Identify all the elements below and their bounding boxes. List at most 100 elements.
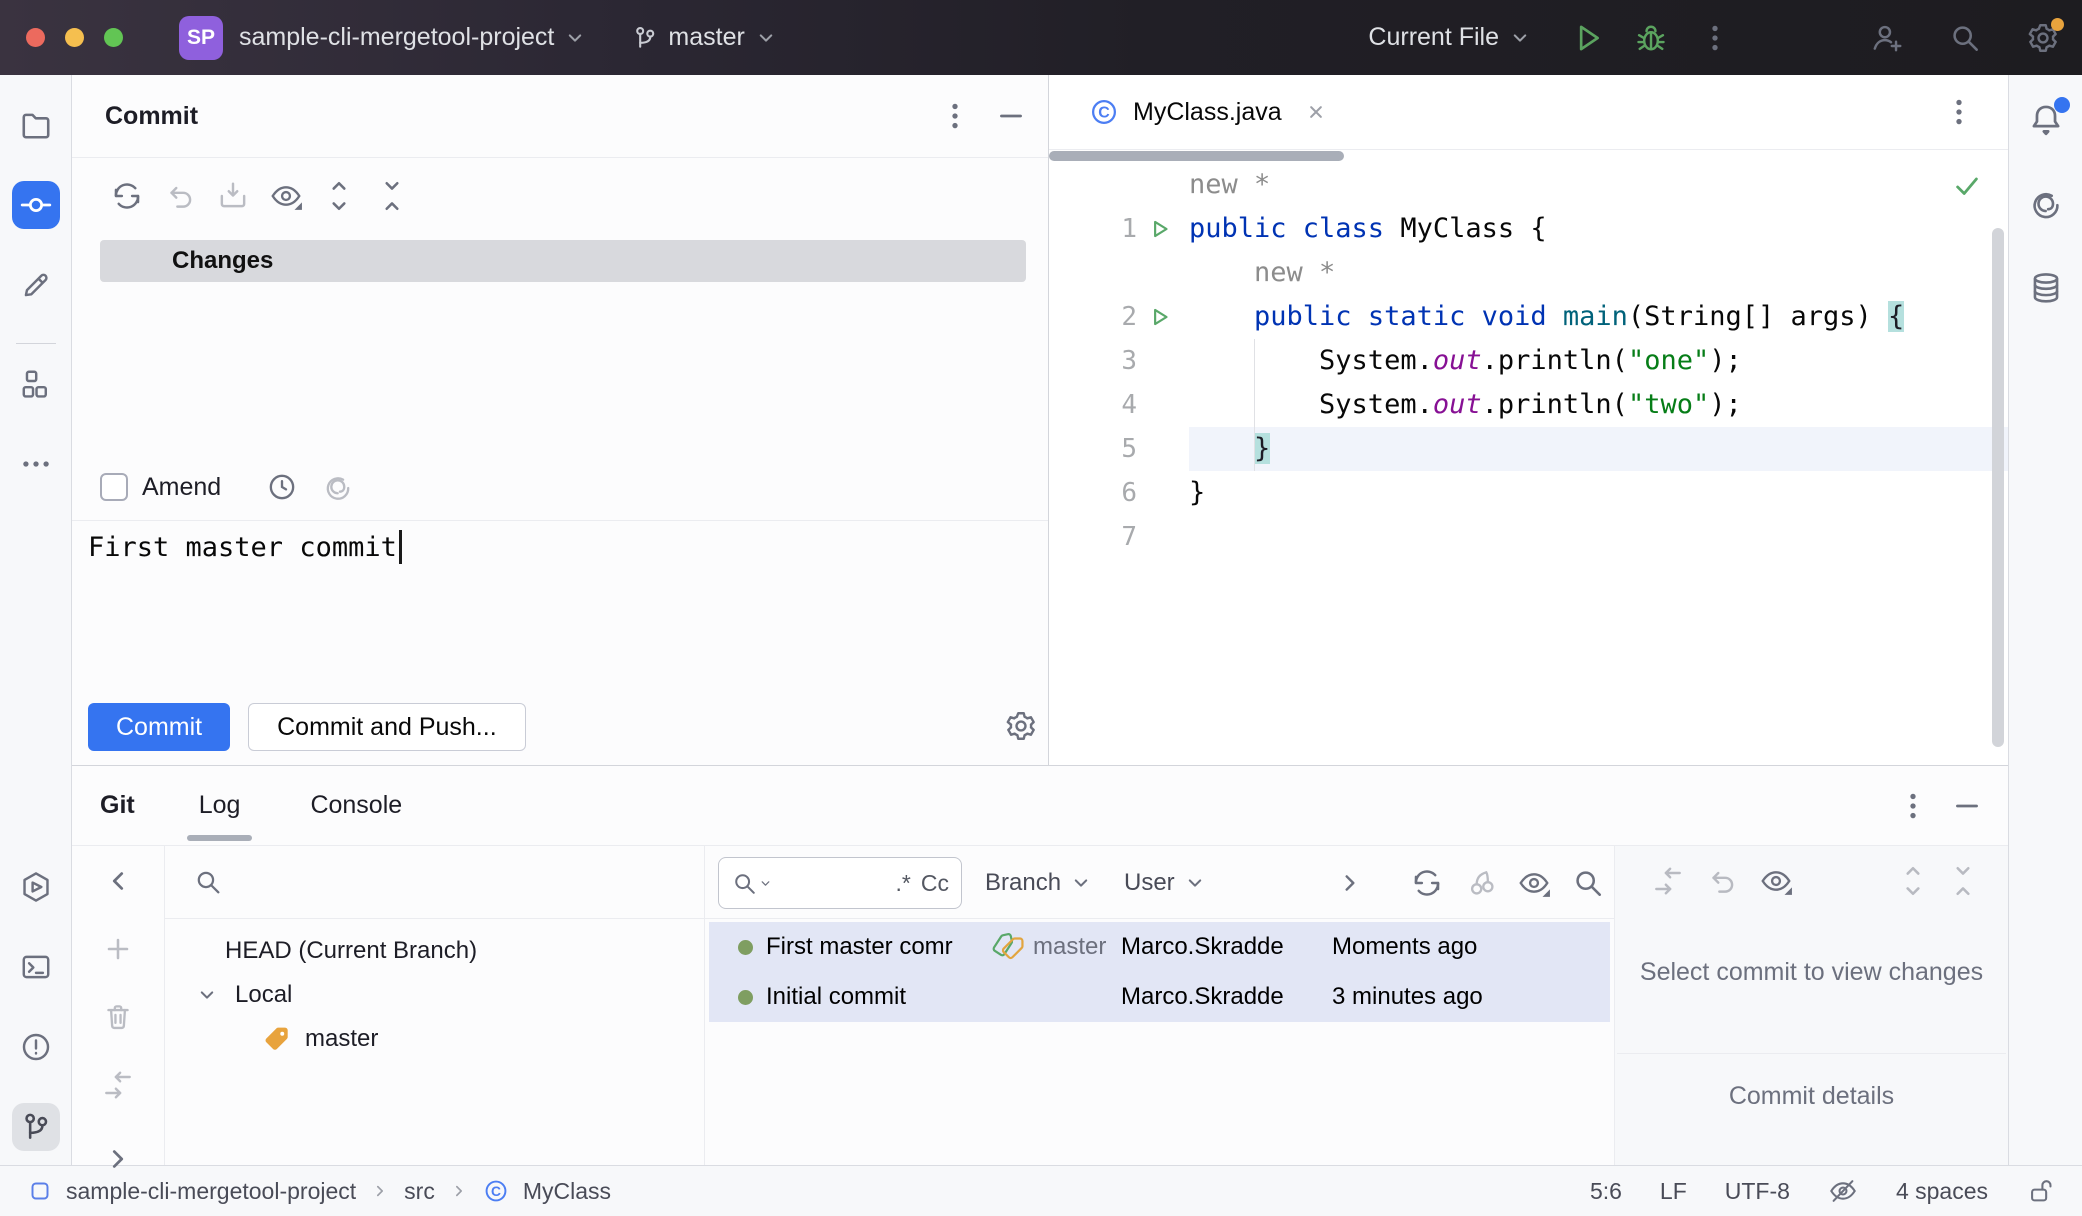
settings-button[interactable]	[2026, 17, 2064, 55]
commit-and-push-button[interactable]: Commit and Push...	[248, 703, 526, 751]
expand-branches-icon[interactable]	[101, 1142, 135, 1176]
kebab-menu-icon[interactable]	[938, 99, 972, 133]
commit-message-input[interactable]: First master commit	[88, 530, 1028, 564]
view-options-button[interactable]	[269, 179, 303, 213]
hide-panel-icon[interactable]	[994, 99, 1028, 133]
run-icon[interactable]	[1570, 21, 1604, 55]
tree-item-head[interactable]: HEAD (Current Branch)	[165, 929, 704, 973]
sidebar-item-more[interactable]	[12, 440, 60, 488]
refresh-icon[interactable]	[1410, 866, 1444, 900]
sidebar-item-terminal[interactable]	[12, 943, 60, 991]
rollback-icon[interactable]	[163, 179, 197, 213]
details-placeholder: Select commit to view changes	[1639, 958, 1984, 986]
code-line[interactable]: }	[1189, 427, 2008, 471]
notifications-button[interactable]	[2027, 97, 2070, 139]
run-line-icon[interactable]	[1137, 216, 1183, 242]
database-icon[interactable]	[2027, 269, 2065, 307]
amend-checkbox[interactable]	[100, 473, 128, 501]
indent-widget[interactable]: 4 spaces	[1896, 1178, 1988, 1205]
refresh-icon[interactable]	[110, 179, 144, 213]
maximize-window-button[interactable]	[104, 28, 123, 47]
sidebar-item-commit[interactable]	[11, 181, 60, 229]
log-row[interactable]: First master comr master Marco.Skradde M…	[709, 922, 1610, 972]
code-line[interactable]: System.out.println("two");	[1189, 383, 2008, 427]
tab-scrollbar[interactable]	[1049, 151, 1344, 161]
ai-assistant-icon[interactable]	[2027, 185, 2065, 223]
line-separator-widget[interactable]: LF	[1660, 1178, 1687, 1205]
tree-item-master[interactable]: master	[165, 1017, 704, 1061]
delete-branch-icon[interactable]	[101, 1000, 135, 1034]
highlighting-off-icon[interactable]	[1828, 1176, 1858, 1206]
collapse-all-icon[interactable]	[1946, 864, 1980, 898]
kebab-menu-icon[interactable]	[1698, 21, 1732, 55]
breadcrumb-project[interactable]: sample-cli-mergetool-project	[66, 1178, 356, 1205]
code-line[interactable]: System.out.println("one");	[1189, 339, 2008, 383]
tab-console[interactable]: Console	[310, 766, 402, 845]
sidebar-item-edit[interactable]	[12, 261, 60, 309]
branch-selector[interactable]: master	[631, 23, 777, 52]
tab-title: MyClass.java	[1133, 97, 1282, 126]
debug-icon[interactable]	[1634, 21, 1668, 55]
tab-myclass-java[interactable]: MyClass.java	[1089, 97, 1328, 127]
log-row[interactable]: Initial commit Marco.Skradde 3 minutes a…	[709, 972, 1610, 1022]
hide-panel-icon[interactable]	[1950, 789, 1984, 823]
more-filters-chevron-icon[interactable]	[1335, 868, 1365, 898]
minimize-window-button[interactable]	[65, 28, 84, 47]
match-case-toggle[interactable]: Cc	[921, 870, 949, 897]
code-line[interactable]: }	[1189, 471, 2008, 515]
search-icon[interactable]	[193, 867, 223, 897]
encoding-widget[interactable]: UTF-8	[1725, 1178, 1790, 1205]
run-config-selector[interactable]: Current File	[1368, 23, 1532, 52]
code-line[interactable]	[1189, 515, 2008, 559]
tab-log[interactable]: Log	[186, 766, 253, 845]
cherry-pick-icon[interactable]	[1465, 866, 1499, 900]
new-branch-icon[interactable]	[101, 932, 135, 966]
caret-position-widget[interactable]: 5:6	[1590, 1178, 1622, 1205]
compare-icon[interactable]	[1651, 864, 1685, 898]
search-icon[interactable]	[1571, 866, 1605, 900]
breadcrumb-src[interactable]: src	[404, 1178, 435, 1205]
kebab-menu-icon[interactable]	[1896, 789, 1930, 823]
search-icon[interactable]	[1948, 21, 1982, 55]
kebab-menu-icon[interactable]	[1942, 95, 1976, 129]
close-window-button[interactable]	[26, 28, 45, 47]
tree-item-local[interactable]: Local	[165, 973, 704, 1017]
editor-scrollbar[interactable]	[1992, 228, 2004, 747]
code-area[interactable]: new * 1 public class MyClass {new * 2 publi…	[1049, 163, 2008, 765]
project-selector[interactable]: sample-cli-mergetool-project	[239, 23, 587, 52]
project-badge: SP	[179, 15, 223, 60]
sidebar-item-structure[interactable]	[12, 360, 60, 408]
collapse-all-icon[interactable]	[375, 179, 409, 213]
sidebar-item-git[interactable]	[11, 1103, 60, 1151]
log-search-input[interactable]: .* Cc	[718, 857, 962, 909]
sidebar-item-problems[interactable]	[12, 1023, 60, 1071]
view-options-button[interactable]	[1517, 866, 1551, 900]
view-options-button[interactable]	[1759, 864, 1793, 898]
run-line-icon[interactable]	[1137, 304, 1183, 330]
commit-options-gear-icon[interactable]	[1004, 709, 1038, 743]
project-name: sample-cli-mergetool-project	[239, 23, 555, 51]
collapse-branches-icon[interactable]	[101, 864, 135, 898]
breadcrumb-class[interactable]: MyClass	[523, 1178, 611, 1205]
close-tab-icon[interactable]	[1304, 100, 1328, 124]
code-line[interactable]: public static void main(String[] args) {	[1189, 295, 2008, 339]
ai-commit-message-icon[interactable]	[321, 470, 355, 504]
compare-branches-icon[interactable]	[101, 1068, 135, 1102]
shelve-icon[interactable]	[216, 179, 250, 213]
code-line[interactable]: public class MyClass {	[1189, 207, 2008, 251]
user-filter[interactable]: User	[1124, 846, 1207, 919]
expand-all-icon[interactable]	[322, 179, 356, 213]
commit-button[interactable]: Commit	[88, 703, 231, 751]
expand-all-icon[interactable]	[1896, 864, 1930, 898]
unlock-icon[interactable]	[2026, 1176, 2056, 1206]
sidebar-item-project[interactable]	[12, 101, 60, 149]
regex-toggle[interactable]: .*	[896, 870, 911, 897]
branch-filter[interactable]: Branch	[985, 846, 1093, 919]
add-user-icon[interactable]	[1870, 21, 1904, 55]
inlay-hint: new *	[1254, 257, 1336, 288]
history-clock-icon[interactable]	[265, 470, 299, 504]
sidebar-item-services[interactable]	[12, 863, 60, 911]
inspections-ok-icon[interactable]	[1952, 171, 1982, 201]
rollback-icon[interactable]	[1705, 864, 1739, 898]
changes-node[interactable]: Changes	[100, 240, 1026, 282]
